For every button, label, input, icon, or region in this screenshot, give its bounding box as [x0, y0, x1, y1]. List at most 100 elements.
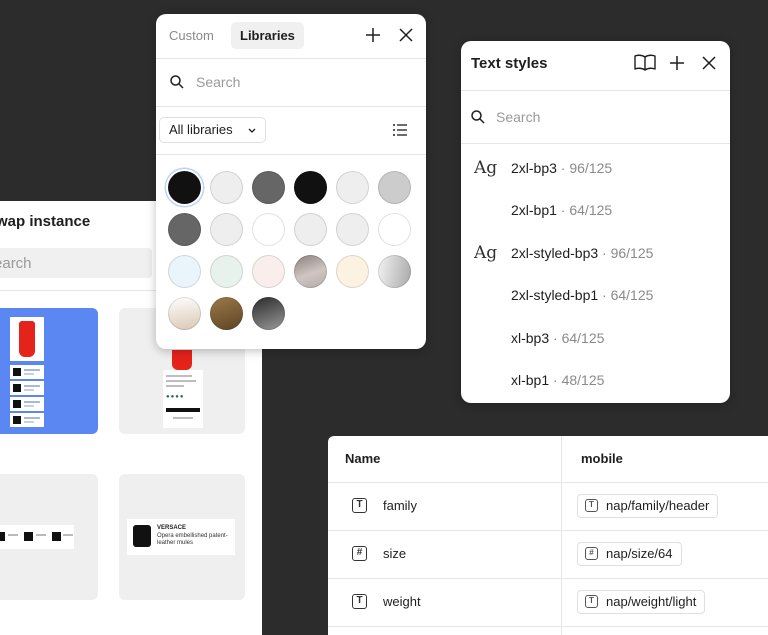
column-header-name: Name	[345, 451, 381, 466]
table-row[interactable]: # size # nap/size/64	[328, 531, 768, 578]
color-swatch[interactable]	[168, 171, 201, 204]
color-swatch[interactable]	[294, 255, 327, 288]
table-row[interactable]: Tweight Tnap/weight/light	[328, 579, 768, 626]
text-style-item[interactable]: xl-bp1 · 48/125	[461, 360, 730, 402]
all-libraries-label: All libraries	[169, 122, 233, 137]
close-icon	[399, 28, 413, 42]
text-style-meta: · 64/125	[556, 202, 613, 219]
add-text-style-button[interactable]	[666, 52, 688, 74]
text-style-item[interactable]: 2xl-bp1 · 64/125	[461, 190, 730, 232]
text-style-item[interactable]: 2xl-styled-bp1 · 64/125	[461, 275, 730, 317]
text-style-label: xl-bp3 · 64/125	[511, 330, 604, 346]
text-style-label: 2xl-styled-bp3 · 96/125	[511, 245, 653, 261]
variable-name: weight	[383, 594, 421, 609]
text-style-meta: · 64/125	[598, 287, 654, 304]
list-view-button[interactable]	[389, 119, 411, 141]
text-style-item[interactable]: Ag 2xl-styled-bp3 · 96/125	[461, 233, 730, 275]
color-swatch[interactable]	[252, 171, 285, 204]
color-swatch[interactable]	[378, 255, 411, 288]
text-style-label: 2xl-styled-bp1 · 64/125	[511, 287, 653, 303]
row-divider	[328, 626, 768, 627]
text-style-label: xl-bp1 · 48/125	[511, 372, 604, 388]
color-swatch[interactable]	[168, 255, 201, 288]
text-style-meta: · 96/125	[598, 244, 654, 261]
versace-desc: Opera embellished patent-leather mules	[157, 533, 228, 546]
swap-panel-title: Swap instance	[0, 213, 91, 230]
color-swatch[interactable]	[210, 213, 243, 246]
color-swatch[interactable]	[168, 297, 201, 330]
color-swatch[interactable]	[294, 213, 327, 246]
tshirt-image	[133, 525, 151, 547]
number-variable-icon: #	[352, 546, 367, 561]
text-style-name: 2xl-bp3	[511, 160, 557, 176]
plus-icon	[366, 28, 380, 42]
color-swatch[interactable]	[336, 213, 369, 246]
variable-value-chip[interactable]: Tnap/weight/light	[577, 590, 706, 614]
component-thumbnail-tshirt-strip[interactable]	[0, 474, 98, 600]
divider	[156, 58, 426, 59]
component-thumbnail-dress-list[interactable]	[0, 308, 98, 434]
variable-value-chip[interactable]: Tnap/family/header	[577, 494, 719, 518]
color-swatch[interactable]	[336, 255, 369, 288]
component-thumbnail-versace-card[interactable]: VERSACE Opera embellished patent-leather…	[119, 474, 245, 600]
color-swatch[interactable]	[294, 171, 327, 204]
table-row[interactable]: Tfamily Tnap/family/header	[328, 483, 768, 530]
number-variable-icon: #	[585, 547, 598, 560]
text-style-meta: · 48/125	[549, 372, 605, 388]
mini-product-card	[10, 397, 44, 411]
tab-custom[interactable]: Custom	[160, 22, 223, 49]
text-style-name: xl-bp1	[511, 372, 550, 388]
text-style-name: 2xl-styled-bp1	[511, 287, 599, 304]
text-style-name: 2xl-styled-bp3	[511, 244, 599, 261]
color-swatch[interactable]	[378, 171, 411, 204]
text-style-name: xl-bp3	[511, 329, 550, 346]
divider	[156, 106, 426, 107]
list-icon	[393, 124, 407, 136]
color-swatch[interactable]	[252, 297, 285, 330]
tab-libraries[interactable]: Libraries	[231, 22, 304, 49]
color-swatch[interactable]	[252, 255, 285, 288]
mini-product-card	[10, 413, 44, 427]
string-variable-icon: T	[585, 595, 598, 608]
close-text-styles-button[interactable]	[698, 52, 720, 74]
plus-icon	[670, 56, 684, 70]
text-style-preview: Ag	[474, 158, 498, 178]
versace-brand: VERSACE	[157, 525, 187, 531]
swap-search-placeholder: Search	[0, 255, 32, 272]
versace-card-preview: VERSACE Opera embellished patent-leather…	[127, 519, 235, 555]
libraries-panel: Custom Libraries Search All libraries	[156, 14, 426, 349]
product-card-preview: ●●●●	[163, 350, 203, 428]
text-style-item[interactable]: Ag 2xl-bp3 · 96/125	[461, 148, 730, 190]
color-swatch[interactable]	[210, 297, 243, 330]
library-button[interactable]	[634, 52, 656, 74]
color-swatch[interactable]	[168, 213, 201, 246]
string-variable-icon: T	[585, 499, 598, 512]
text-style-meta: · 64/125	[549, 329, 605, 346]
variable-value-chip[interactable]: # nap/size/64	[577, 542, 682, 566]
variables-table: Name mobile Tfamily Tnap/family/header # si…	[328, 436, 768, 635]
text-style-preview: Ag	[474, 242, 498, 263]
text-styles-panel: Text styles Search Ag 2xl-bp3 · 96/125 2xl…	[461, 41, 730, 403]
mini-product-card	[10, 365, 44, 379]
color-swatch[interactable]	[336, 171, 369, 204]
all-libraries-dropdown[interactable]: All libraries	[159, 117, 266, 143]
color-swatch[interactable]	[210, 171, 243, 204]
add-library-button[interactable]	[362, 24, 384, 46]
search-icon	[471, 110, 485, 124]
text-style-label: 2xl-bp3 · 96/125	[511, 160, 612, 176]
string-variable-icon: T	[352, 594, 367, 609]
tshirt-strip-preview	[0, 525, 74, 549]
search-icon	[170, 75, 184, 89]
text-styles-search-input[interactable]: Search	[496, 109, 540, 125]
color-swatch[interactable]	[210, 255, 243, 288]
libraries-search-input[interactable]: Search	[196, 74, 240, 90]
color-swatch[interactable]	[378, 213, 411, 246]
close-libraries-button[interactable]	[395, 24, 417, 46]
divider	[156, 154, 426, 155]
variable-name: size	[383, 546, 407, 561]
variable-value: nap/family/header	[606, 498, 710, 513]
text-style-label: 2xl-bp1 · 64/125	[511, 202, 612, 218]
text-style-item[interactable]: xl-bp3 · 64/125	[461, 318, 730, 360]
color-swatch[interactable]	[252, 213, 285, 246]
column-header-mobile: mobile	[581, 451, 623, 466]
